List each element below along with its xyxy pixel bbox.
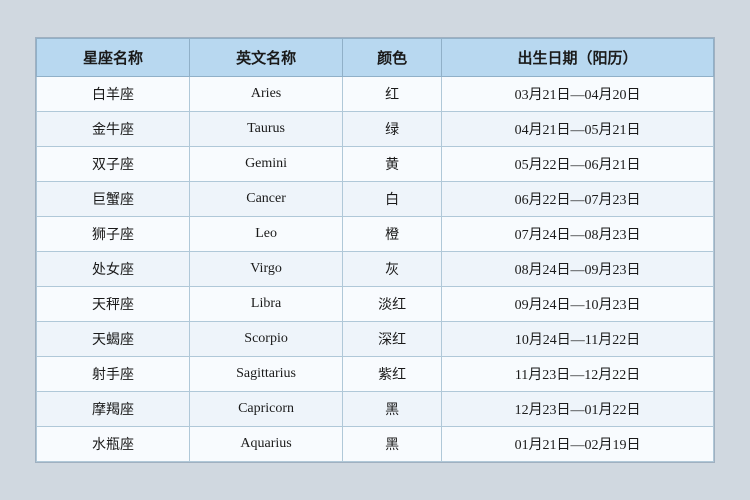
zodiac-table: 星座名称英文名称颜色出生日期（阳历） 白羊座Aries红03月21日—04月20… — [36, 38, 714, 462]
table-row: 天蝎座Scorpio深红10月24日—11月22日 — [37, 322, 714, 357]
table-cell-1-0: 金牛座 — [37, 112, 190, 147]
table-cell-3-3: 06月22日—07月23日 — [442, 182, 714, 217]
table-header-0: 星座名称 — [37, 39, 190, 77]
table-cell-3-2: 白 — [343, 182, 442, 217]
table-row: 处女座Virgo灰08月24日—09月23日 — [37, 252, 714, 287]
table-row: 白羊座Aries红03月21日—04月20日 — [37, 77, 714, 112]
table-header-1: 英文名称 — [190, 39, 343, 77]
table-cell-6-0: 天秤座 — [37, 287, 190, 322]
table-cell-6-1: Libra — [190, 287, 343, 322]
table-cell-10-0: 水瓶座 — [37, 427, 190, 462]
table-cell-2-1: Gemini — [190, 147, 343, 182]
table-cell-10-1: Aquarius — [190, 427, 343, 462]
table-cell-1-1: Taurus — [190, 112, 343, 147]
table-cell-0-2: 红 — [343, 77, 442, 112]
table-cell-5-3: 08月24日—09月23日 — [442, 252, 714, 287]
table-cell-0-3: 03月21日—04月20日 — [442, 77, 714, 112]
table-cell-6-3: 09月24日—10月23日 — [442, 287, 714, 322]
table-body: 白羊座Aries红03月21日—04月20日金牛座Taurus绿04月21日—0… — [37, 77, 714, 462]
table-row: 金牛座Taurus绿04月21日—05月21日 — [37, 112, 714, 147]
table-cell-4-2: 橙 — [343, 217, 442, 252]
table-cell-9-2: 黑 — [343, 392, 442, 427]
table-cell-5-2: 灰 — [343, 252, 442, 287]
table-cell-2-2: 黄 — [343, 147, 442, 182]
table-row: 射手座Sagittarius紫红11月23日—12月22日 — [37, 357, 714, 392]
table-header-3: 出生日期（阳历） — [442, 39, 714, 77]
table-row: 双子座Gemini黄05月22日—06月21日 — [37, 147, 714, 182]
table-header-row: 星座名称英文名称颜色出生日期（阳历） — [37, 39, 714, 77]
table-cell-5-1: Virgo — [190, 252, 343, 287]
table-cell-4-3: 07月24日—08月23日 — [442, 217, 714, 252]
table-cell-3-1: Cancer — [190, 182, 343, 217]
table-cell-2-0: 双子座 — [37, 147, 190, 182]
table-cell-8-3: 11月23日—12月22日 — [442, 357, 714, 392]
table-cell-9-0: 摩羯座 — [37, 392, 190, 427]
table-cell-1-3: 04月21日—05月21日 — [442, 112, 714, 147]
table-cell-3-0: 巨蟹座 — [37, 182, 190, 217]
table-row: 狮子座Leo橙07月24日—08月23日 — [37, 217, 714, 252]
table-cell-8-1: Sagittarius — [190, 357, 343, 392]
table-cell-7-3: 10月24日—11月22日 — [442, 322, 714, 357]
table-row: 天秤座Libra淡红09月24日—10月23日 — [37, 287, 714, 322]
table-cell-9-3: 12月23日—01月22日 — [442, 392, 714, 427]
table-cell-0-1: Aries — [190, 77, 343, 112]
table-row: 巨蟹座Cancer白06月22日—07月23日 — [37, 182, 714, 217]
table-cell-5-0: 处女座 — [37, 252, 190, 287]
table-cell-7-2: 深红 — [343, 322, 442, 357]
table-header-2: 颜色 — [343, 39, 442, 77]
table-cell-1-2: 绿 — [343, 112, 442, 147]
table-cell-4-0: 狮子座 — [37, 217, 190, 252]
zodiac-table-container: 星座名称英文名称颜色出生日期（阳历） 白羊座Aries红03月21日—04月20… — [35, 37, 715, 463]
table-cell-8-2: 紫红 — [343, 357, 442, 392]
table-cell-10-2: 黑 — [343, 427, 442, 462]
table-cell-2-3: 05月22日—06月21日 — [442, 147, 714, 182]
table-cell-7-0: 天蝎座 — [37, 322, 190, 357]
table-cell-9-1: Capricorn — [190, 392, 343, 427]
table-cell-7-1: Scorpio — [190, 322, 343, 357]
table-cell-6-2: 淡红 — [343, 287, 442, 322]
table-cell-10-3: 01月21日—02月19日 — [442, 427, 714, 462]
table-row: 摩羯座Capricorn黑12月23日—01月22日 — [37, 392, 714, 427]
table-cell-0-0: 白羊座 — [37, 77, 190, 112]
table-cell-4-1: Leo — [190, 217, 343, 252]
table-row: 水瓶座Aquarius黑01月21日—02月19日 — [37, 427, 714, 462]
table-cell-8-0: 射手座 — [37, 357, 190, 392]
